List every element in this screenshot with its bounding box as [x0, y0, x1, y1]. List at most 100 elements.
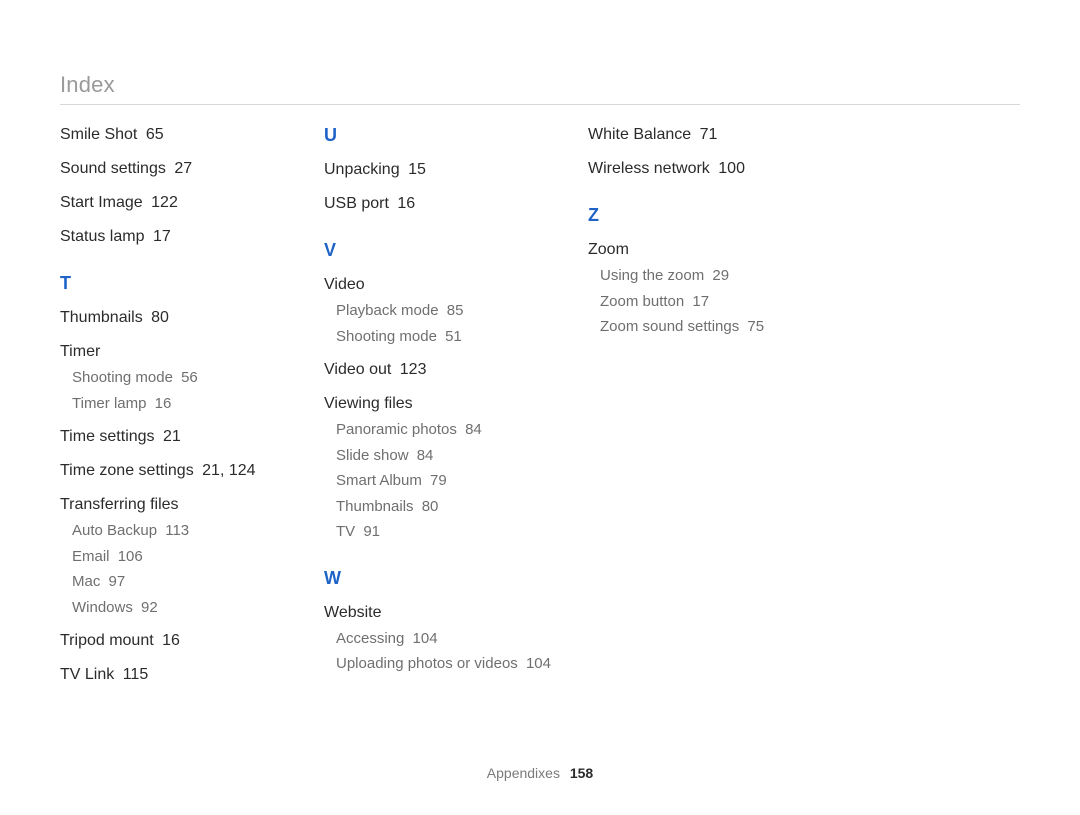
subentry-page: 91 [363, 523, 380, 540]
index-entry: Video out 123 [324, 360, 564, 380]
subentry-label: Zoom button [600, 293, 684, 310]
entry-page: 16 [397, 195, 415, 212]
index-subentry: Shooting mode 56 [72, 368, 300, 388]
subentry-page: 51 [445, 328, 462, 345]
subentry-label: Slide show [336, 447, 409, 464]
index-subentry: Timer lamp 16 [72, 394, 300, 414]
entry-page: 65 [146, 126, 164, 143]
index-subentry: Playback mode 85 [336, 301, 564, 321]
subentry-page: 75 [747, 318, 764, 335]
entry-page: 71 [700, 126, 718, 143]
subentry-label: Windows [72, 599, 133, 616]
subentry-label: Shooting mode [336, 328, 437, 345]
index-entry: White Balance 71 [588, 125, 828, 145]
index-letter-z: Z [588, 205, 828, 226]
index-letter-t: T [60, 273, 300, 294]
sub-block: Playback mode 85 Shooting mode 51 [324, 301, 564, 346]
entry-label: Thumbnails [60, 309, 143, 326]
index-entry-heading: Viewing files [324, 394, 564, 414]
entry-label: Time settings [60, 428, 155, 445]
index-entry: Tripod mount 16 [60, 631, 300, 651]
subentry-page: 84 [417, 447, 434, 464]
subentry-label: Uploading photos or videos [336, 655, 518, 672]
subentry-label: Mac [72, 573, 100, 590]
sub-block: Panoramic photos 84 Slide show 84 Smart … [324, 420, 564, 542]
entry-label: Time zone settings [60, 462, 194, 479]
index-subentry: Accessing 104 [336, 629, 564, 649]
index-entry: Smile Shot 65 [60, 125, 300, 145]
entry-page: 80 [151, 309, 169, 326]
index-subentry: Mac 97 [72, 572, 300, 592]
subentry-page: 113 [165, 522, 189, 539]
subentry-page: 104 [526, 655, 551, 672]
index-entry: Status lamp 17 [60, 227, 300, 247]
entry-page: 15 [408, 161, 426, 178]
footer: Appendixes 158 [0, 765, 1080, 781]
subentry-page: 16 [155, 395, 172, 412]
index-entry-heading: Website [324, 603, 564, 623]
entry-label: Video out [324, 361, 391, 378]
index-letter-w: W [324, 568, 564, 589]
entry-label: Wireless network [588, 160, 710, 177]
index-entry: USB port 16 [324, 194, 564, 214]
entry-page: 122 [151, 194, 178, 211]
subentry-label: Thumbnails [336, 498, 414, 515]
subentry-label: Using the zoom [600, 267, 704, 284]
subentry-page: 85 [447, 302, 464, 319]
subentry-page: 97 [109, 573, 126, 590]
index-subentry: Slide show 84 [336, 446, 564, 466]
index-entry-heading: Transferring files [60, 495, 300, 515]
entry-page: 123 [400, 361, 427, 378]
subentry-page: 106 [118, 548, 143, 565]
sub-block: Shooting mode 56 Timer lamp 16 [60, 368, 300, 413]
subentry-page: 29 [712, 267, 729, 284]
index-subentry: Thumbnails 80 [336, 497, 564, 517]
index-entry: Start Image 122 [60, 193, 300, 213]
entry-page: 100 [718, 160, 745, 177]
index-subentry: TV 91 [336, 522, 564, 542]
subentry-label: Auto Backup [72, 522, 157, 539]
index-column-2: U Unpacking 15 USB port 16 V Video Playb… [324, 125, 564, 699]
index-entry: Sound settings 27 [60, 159, 300, 179]
sub-block: Accessing 104 Uploading photos or videos… [324, 629, 564, 674]
subentry-label: Panoramic photos [336, 421, 457, 438]
index-subentry: Using the zoom 29 [600, 266, 828, 286]
index-entry: Thumbnails 80 [60, 308, 300, 328]
entry-label: White Balance [588, 126, 691, 143]
subentry-label: TV [336, 523, 355, 540]
index-entry: TV Link 115 [60, 665, 300, 685]
subentry-label: Shooting mode [72, 369, 173, 386]
subentry-label: Smart Album [336, 472, 422, 489]
index-subentry: Auto Backup 113 [72, 521, 300, 541]
subentry-page: 80 [422, 498, 439, 515]
index-letter-v: V [324, 240, 564, 261]
index-subentry: Shooting mode 51 [336, 327, 564, 347]
entry-label: Start Image [60, 194, 143, 211]
sub-block: Auto Backup 113 Email 106 Mac 97 Windows… [60, 521, 300, 617]
sub-block: Using the zoom 29 Zoom button 17 Zoom so… [588, 266, 828, 337]
subentry-page: 79 [430, 472, 447, 489]
index-entry-heading: Video [324, 275, 564, 295]
footer-page-number: 158 [570, 765, 593, 781]
entry-page: 115 [123, 666, 149, 683]
subentry-page: 92 [141, 599, 158, 616]
subentry-page: 56 [181, 369, 198, 386]
index-subentry: Zoom sound settings 75 [600, 317, 828, 337]
index-entry-heading: Zoom [588, 240, 828, 260]
entry-page: 17 [153, 228, 171, 245]
index-letter-u: U [324, 125, 564, 146]
entry-page: 16 [162, 632, 180, 649]
entry-page: 21, 124 [202, 462, 255, 479]
index-entry: Time zone settings 21, 124 [60, 461, 300, 481]
entry-label: Smile Shot [60, 126, 137, 143]
subentry-label: Zoom sound settings [600, 318, 739, 335]
entry-label: TV Link [60, 666, 114, 683]
subentry-label: Playback mode [336, 302, 439, 319]
index-subentry: Uploading photos or videos 104 [336, 654, 564, 674]
index-page: Index Smile Shot 65 Sound settings 27 St… [0, 0, 1080, 815]
subentry-label: Accessing [336, 630, 404, 647]
index-subentry: Panoramic photos 84 [336, 420, 564, 440]
footer-section: Appendixes [487, 765, 560, 781]
subentry-page: 104 [413, 630, 438, 647]
entry-label: Tripod mount [60, 632, 154, 649]
